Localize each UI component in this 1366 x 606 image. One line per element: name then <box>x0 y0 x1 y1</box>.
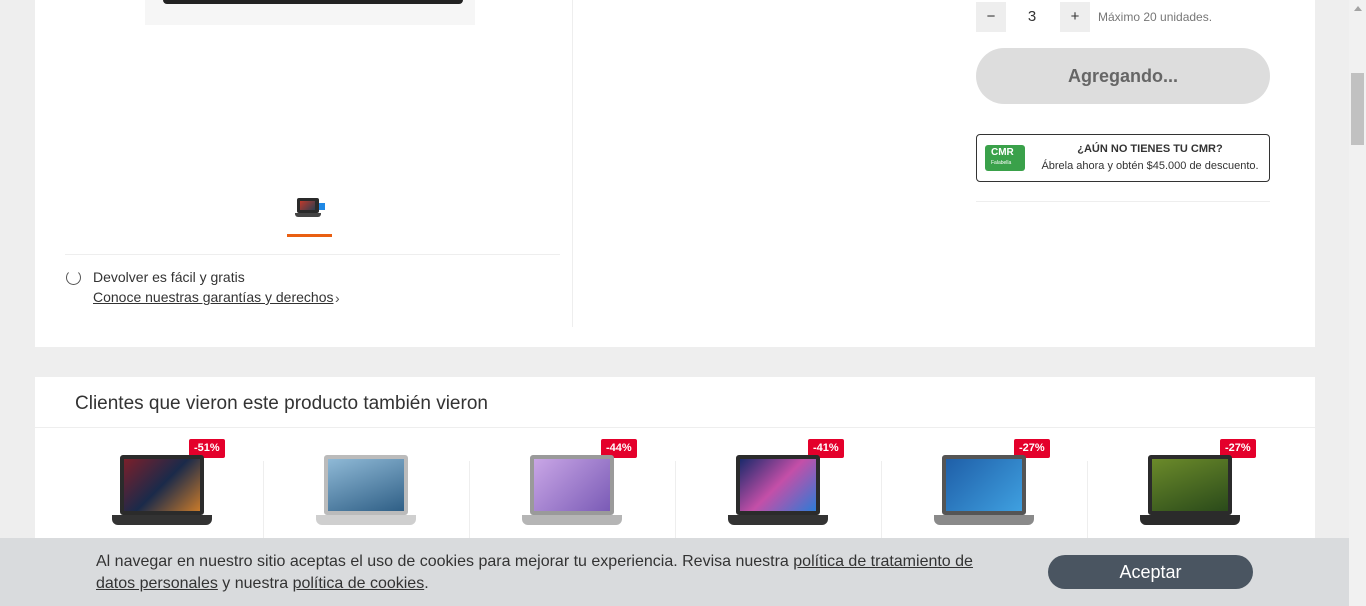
cmr-logo: CMR Falabella <box>985 145 1025 171</box>
cmr-promo-subtitle: Ábrela ahora y obtén $45.000 de descuent… <box>1041 160 1259 172</box>
recommendations-title: Clientes que vieron este producto tambié… <box>75 393 488 414</box>
laptop-image <box>934 455 1034 535</box>
divider <box>35 427 1315 428</box>
laptop-image <box>112 455 212 535</box>
cmr-promo-title: ¿AÚN NO TIENES TU CMR? <box>1077 143 1223 155</box>
laptop-image <box>1140 455 1240 535</box>
product-card[interactable]: -27% <box>1087 437 1293 551</box>
cookie-policy-link[interactable]: política de cookies <box>293 575 425 592</box>
add-to-cart-button[interactable]: Agregando... <box>976 48 1270 104</box>
product-main-image[interactable] <box>145 0 475 25</box>
accept-cookies-button[interactable]: Aceptar <box>1048 555 1253 589</box>
quantity-decrease-button[interactable]: − <box>976 2 1006 32</box>
product-card[interactable] <box>263 437 469 551</box>
quantity-increase-button[interactable]: + <box>1060 2 1090 32</box>
scrollbar-thumb[interactable] <box>1351 73 1364 145</box>
product-image-device <box>163 0 463 4</box>
product-card[interactable]: -51% <box>57 437 263 547</box>
return-icon <box>66 270 81 285</box>
windows-sticker-icon <box>319 203 325 210</box>
cookie-message: Al navegar en nuestro sitio aceptas el u… <box>96 553 973 592</box>
cookie-banner: Al navegar en nuestro sitio aceptas el u… <box>0 538 1349 606</box>
laptop-image <box>728 455 828 535</box>
laptop-thumbnail-icon <box>295 198 321 218</box>
guarantees-link[interactable]: Conoce nuestras garantías y derechos <box>93 289 333 305</box>
scroll-up-icon[interactable] <box>1349 0 1366 17</box>
product-thumbnail[interactable] <box>287 194 332 238</box>
laptop-image <box>316 455 416 535</box>
divider <box>65 254 560 255</box>
return-title: Devolver es fácil y gratis <box>93 269 245 285</box>
quantity-value[interactable]: 3 <box>1015 8 1049 25</box>
laptop-image <box>522 455 622 535</box>
product-card[interactable]: -27% <box>881 437 1087 551</box>
vertical-scrollbar[interactable] <box>1349 0 1366 606</box>
quantity-max-label: Máximo 20 unidades. <box>1098 10 1213 24</box>
thumbnail-active-indicator <box>287 234 332 237</box>
product-section: Devolver es fácil y gratis Conoce nuestr… <box>35 0 1315 347</box>
product-card[interactable]: -44% <box>469 437 675 551</box>
cmr-promo-banner[interactable]: CMR Falabella ¿AÚN NO TIENES TU CMR? Ábr… <box>976 134 1270 182</box>
product-card[interactable]: -41% <box>675 437 881 551</box>
divider <box>976 201 1270 202</box>
column-divider <box>572 0 573 327</box>
chevron-right-icon[interactable]: › <box>335 290 340 306</box>
